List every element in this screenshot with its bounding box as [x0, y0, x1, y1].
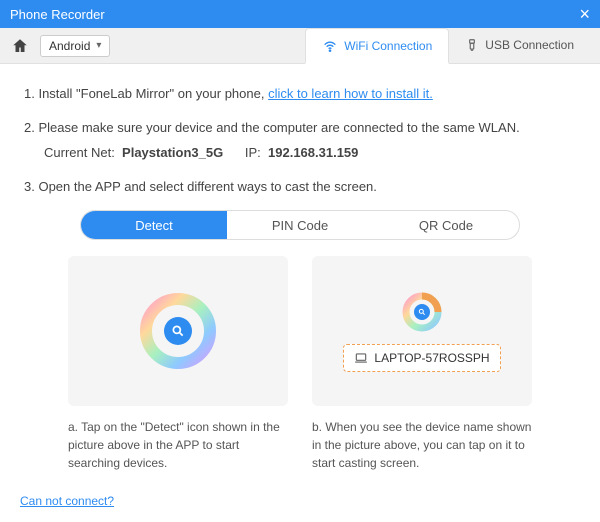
detect-ring-icon	[138, 291, 218, 371]
ip-label: IP:	[245, 145, 261, 160]
device-illustration: LAPTOP-57ROSSPH	[312, 256, 532, 406]
laptop-icon	[354, 352, 368, 364]
tab-usb-label: USB Connection	[485, 38, 574, 52]
wifi-icon	[322, 38, 338, 54]
device-name: LAPTOP-57ROSSPH	[374, 351, 489, 365]
step-1-text: 1. Install "FoneLab Mirror" on your phon…	[24, 86, 268, 101]
tab-wifi[interactable]: WiFi Connection	[305, 28, 449, 64]
magnify-small-icon	[414, 304, 430, 320]
tab-usb[interactable]: USB Connection	[449, 28, 590, 63]
net-label: Current Net:	[44, 145, 115, 160]
step-2-text: 2. Please make sure your device and the …	[24, 120, 520, 135]
window-title: Phone Recorder	[10, 7, 105, 22]
step-2: 2. Please make sure your device and the …	[24, 118, 576, 163]
close-icon[interactable]: ×	[579, 4, 590, 25]
titlebar: Phone Recorder ×	[0, 0, 600, 28]
toolbar: Android ▾ WiFi Connection USB Connection	[0, 28, 600, 64]
network-info: Current Net: Playstation3_5G IP: 192.168…	[44, 143, 576, 163]
panels: a. Tap on the "Detect" icon shown in the…	[24, 256, 576, 472]
method-detect[interactable]: Detect	[81, 211, 227, 239]
device-box: LAPTOP-57ROSSPH	[343, 344, 500, 372]
connection-tabs: WiFi Connection USB Connection	[305, 28, 590, 63]
step-3: 3. Open the APP and select different way…	[24, 177, 576, 197]
method-pin[interactable]: PIN Code	[227, 211, 373, 239]
detect-illustration	[68, 256, 288, 406]
content: 1. Install "FoneLab Mirror" on your phon…	[0, 64, 600, 494]
net-name: Playstation3_5G	[122, 145, 223, 160]
help-link[interactable]: Can not connect?	[20, 494, 114, 508]
method-tabs: Detect PIN Code QR Code	[80, 210, 520, 240]
panel-a-text: a. Tap on the "Detect" icon shown in the…	[68, 418, 288, 472]
usb-icon	[465, 38, 479, 52]
platform-select[interactable]: Android ▾	[40, 35, 110, 57]
ip-value: 192.168.31.159	[268, 145, 358, 160]
panel-detect: a. Tap on the "Detect" icon shown in the…	[68, 256, 288, 472]
install-link[interactable]: click to learn how to install it.	[268, 86, 433, 101]
magnify-icon	[164, 317, 192, 345]
device-ring-icon	[400, 290, 444, 334]
panel-device: LAPTOP-57ROSSPH b. When you see the devi…	[312, 256, 532, 472]
platform-label: Android	[49, 39, 90, 53]
chevron-down-icon: ▾	[96, 40, 101, 51]
step-1: 1. Install "FoneLab Mirror" on your phon…	[24, 84, 576, 104]
home-icon[interactable]	[10, 36, 30, 56]
panel-b-text: b. When you see the device name shown in…	[312, 418, 532, 472]
tab-wifi-label: WiFi Connection	[344, 39, 432, 53]
method-qr[interactable]: QR Code	[373, 211, 519, 239]
